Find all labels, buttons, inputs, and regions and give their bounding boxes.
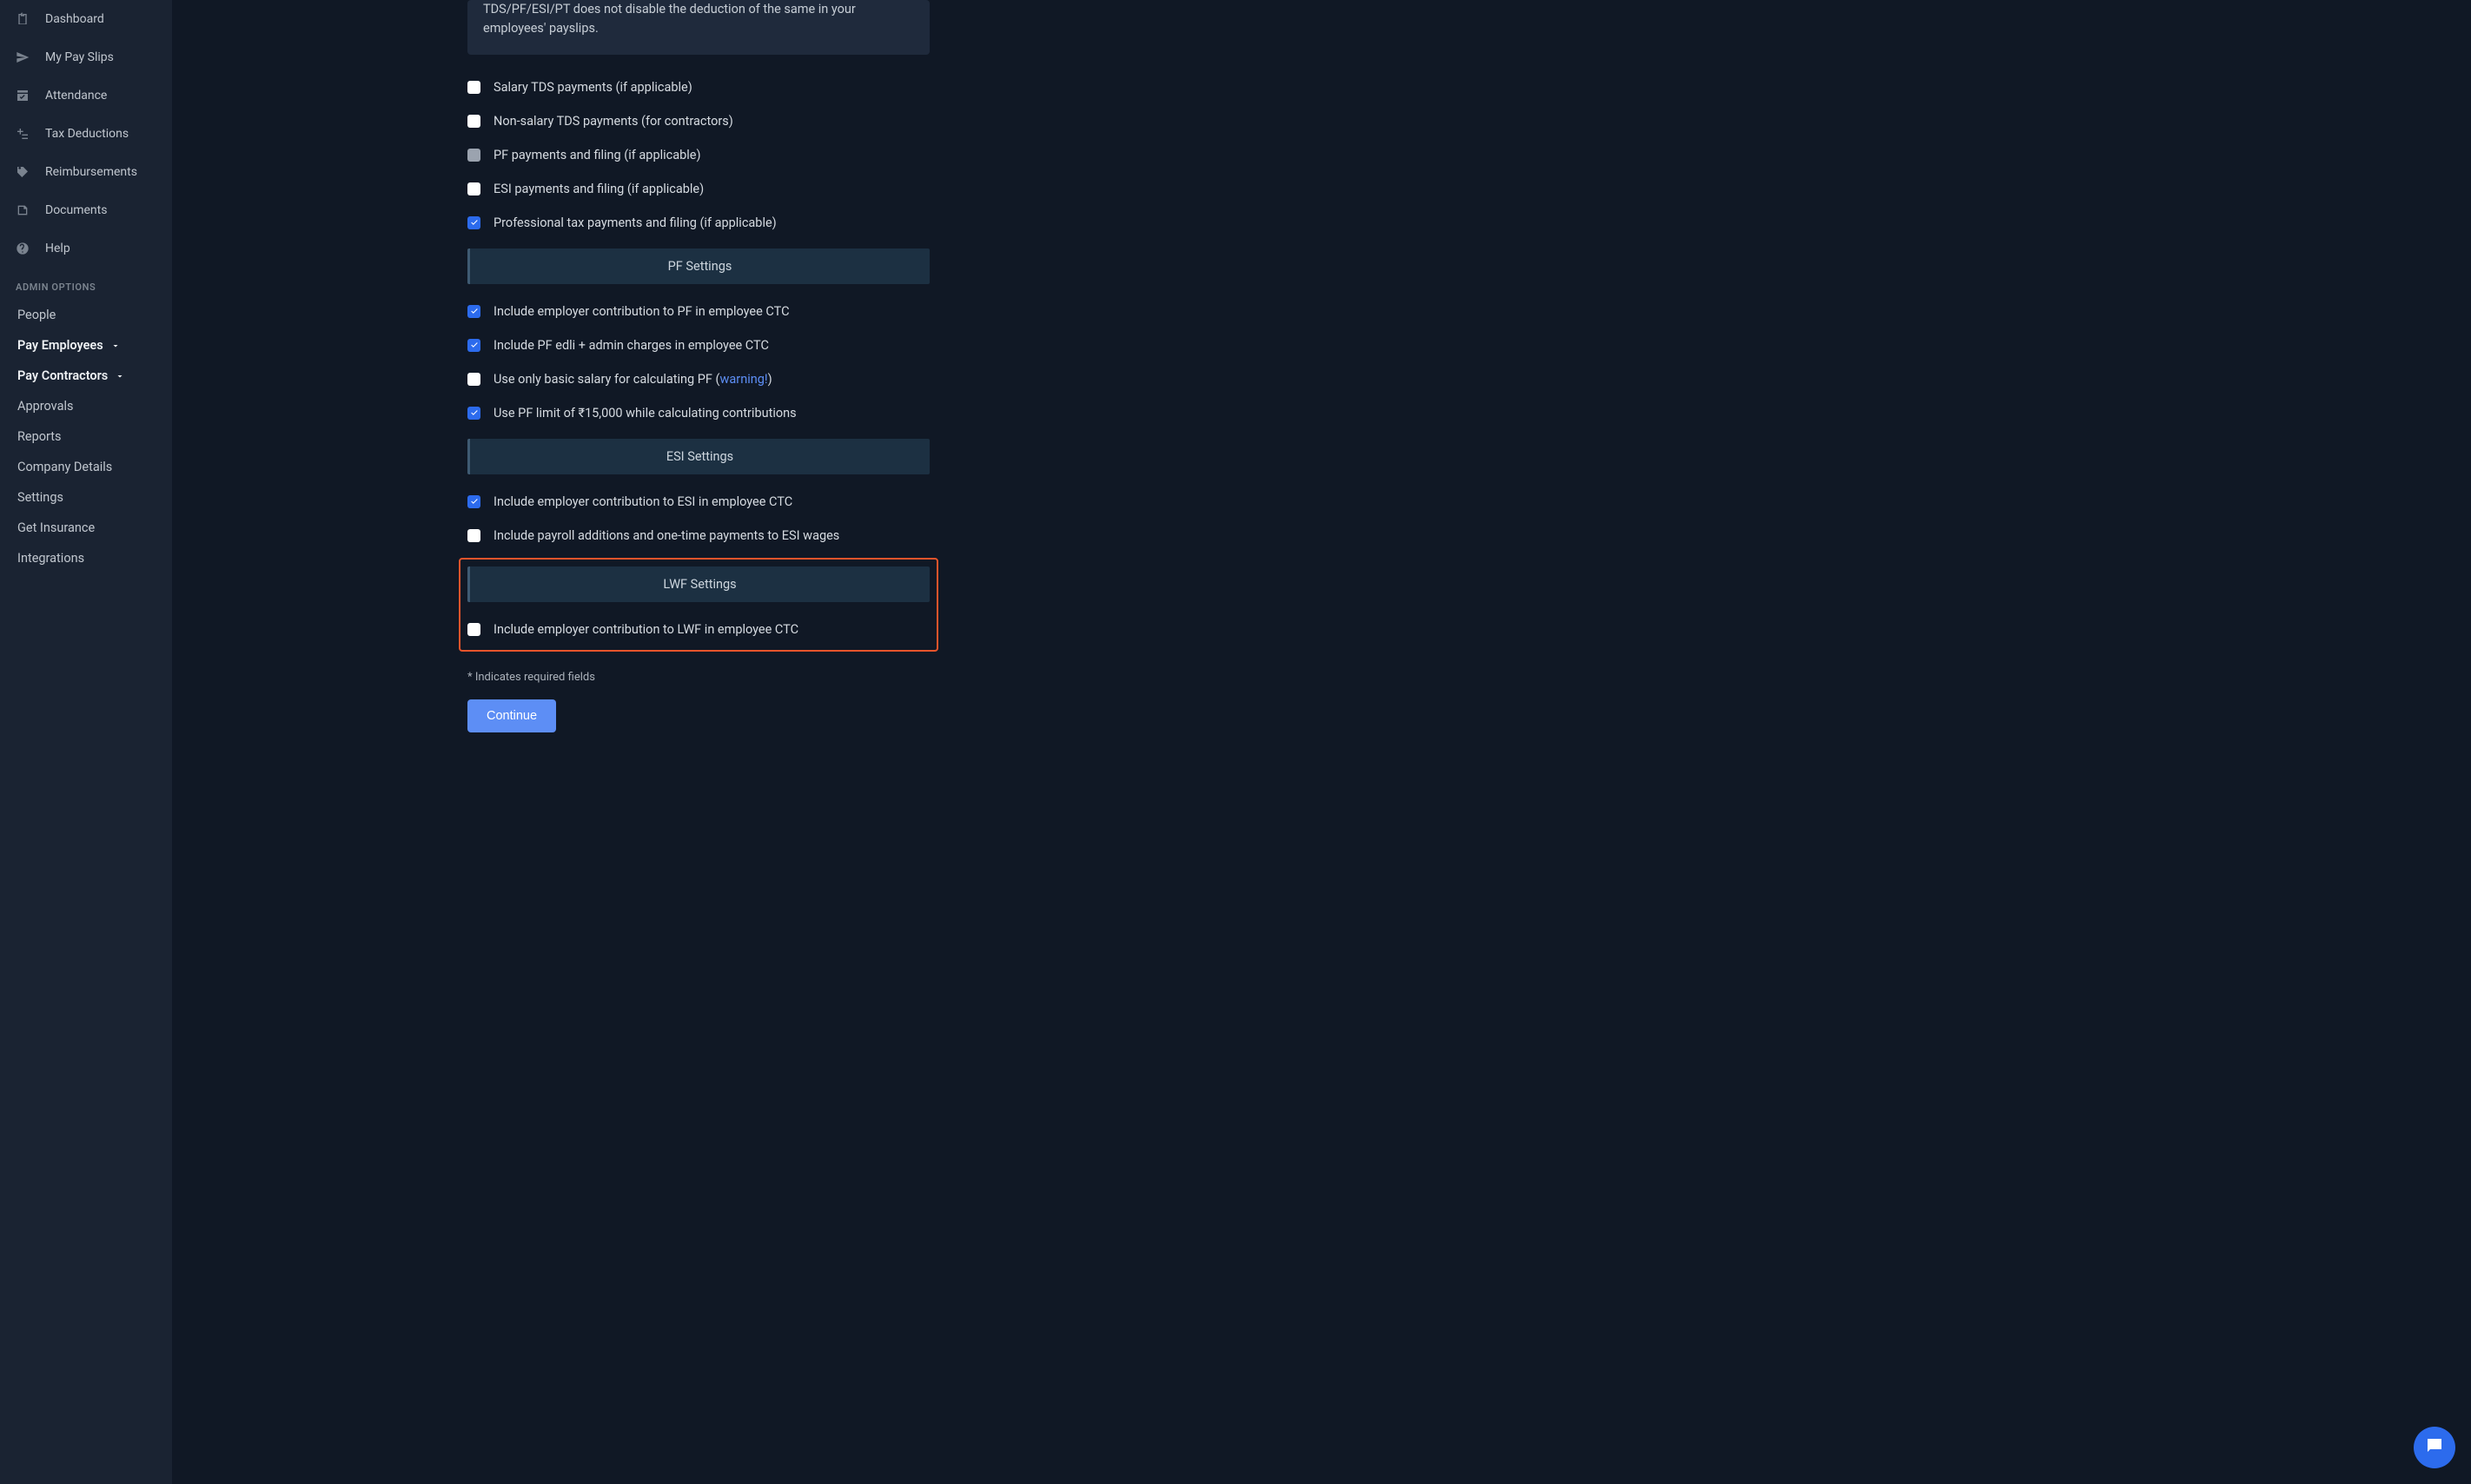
checkbox-label: Non-salary TDS payments (for contractors… [494,114,930,129]
sidebar-admin-label: People [17,308,56,322]
checkbox-pf-payments: PF payments and filing (if applicable) [467,138,930,172]
checkbox-input[interactable] [467,149,480,162]
checkbox-label: Include employer contribution to ESI in … [494,494,930,509]
sidebar-item-help[interactable]: Help [0,229,172,268]
sidebar-admin-settings[interactable]: Settings [0,482,172,513]
checkbox-pf-limit: Use PF limit of ₹15,000 while calculatin… [467,396,930,430]
esi-settings-header: ESI Settings [467,439,930,474]
sidebar-admin-label: Get Insurance [17,520,95,535]
checkbox-pf-edli: Include PF edli + admin charges in emplo… [467,328,930,362]
sidebar-item-label: Help [45,242,70,255]
chat-widget-button[interactable] [2414,1427,2455,1468]
sidebar-item-tax-deductions[interactable]: Tax Deductions [0,115,172,153]
plus-minus-icon [16,127,30,141]
checkbox-lwf-employer-ctc: Include employer contribution to LWF in … [467,613,930,646]
question-icon [16,242,30,255]
sidebar-item-attendance[interactable]: Attendance [0,76,172,115]
sidebar-admin-integrations[interactable]: Integrations [0,543,172,573]
sidebar-item-label: Reimbursements [45,165,137,179]
sidebar-admin-label: Approvals [17,399,74,414]
sidebar-admin-label: Reports [17,429,62,444]
checkbox-pf-employer-ctc: Include employer contribution to PF in e… [467,295,930,328]
checkbox-input[interactable] [467,623,480,636]
checkbox-salary-tds: Salary TDS payments (if applicable) [467,70,930,104]
sidebar-item-label: My Pay Slips [45,50,114,64]
sidebar-admin-pay-employees[interactable]: Pay Employees [0,330,172,361]
checkbox-label: PF payments and filing (if applicable) [494,148,930,162]
tag-icon [16,165,30,179]
notice-box: TDS/PF/ESI/PT does not disable the deduc… [467,0,930,55]
checkbox-label: Use only basic salary for calculating PF… [494,372,930,387]
checkbox-input[interactable] [467,115,480,128]
sidebar-admin-label: Company Details [17,460,112,474]
sidebar-item-reimbursements[interactable]: Reimbursements [0,153,172,191]
checkbox-label: Salary TDS payments (if applicable) [494,80,930,95]
checkbox-label: Include PF edli + admin charges in emplo… [494,338,930,353]
admin-options-header: ADMIN OPTIONS [0,268,172,300]
sidebar-admin-label: Settings [17,490,63,505]
checkbox-esi-additions: Include payroll additions and one-time p… [467,519,930,553]
pf-settings-header: PF Settings [467,248,930,284]
checkbox-label: Include payroll additions and one-time p… [494,528,930,543]
checkbox-label: Include employer contribution to PF in e… [494,304,930,319]
chevron-down-icon [110,341,121,351]
checkbox-input[interactable] [467,182,480,195]
checkbox-pf-basic-only: Use only basic salary for calculating PF… [467,362,930,396]
checkbox-nonsalary-tds: Non-salary TDS payments (for contractors… [467,104,930,138]
sidebar-item-payslips[interactable]: My Pay Slips [0,38,172,76]
sidebar-admin-people[interactable]: People [0,300,172,330]
checkbox-label: Include employer contribution to LWF in … [494,622,930,637]
chat-icon [2424,1435,2445,1460]
notice-text: TDS/PF/ESI/PT does not disable the deduc… [483,2,856,36]
send-icon [16,50,30,64]
sidebar-item-label: Attendance [45,89,107,103]
checkbox-label: ESI payments and filing (if applicable) [494,182,930,196]
sidebar-admin-label: Pay Employees [17,338,103,353]
checkbox-pt-payments: Professional tax payments and filing (if… [467,206,930,240]
sidebar-item-label: Documents [45,203,107,217]
sidebar-admin-label: Integrations [17,551,84,566]
sidebar-admin-get-insurance[interactable]: Get Insurance [0,513,172,543]
sidebar-admin-label: Pay Contractors [17,368,108,383]
chevron-down-icon [115,371,125,381]
checkbox-input[interactable] [467,373,480,386]
checkbox-label: Professional tax payments and filing (if… [494,215,930,230]
lwf-highlight-box: LWF Settings Include employer contributi… [459,558,938,652]
checkbox-input[interactable] [467,407,480,420]
required-fields-note: * Indicates required fields [467,671,930,684]
checkbox-input[interactable] [467,495,480,508]
checkbox-esi-employer-ctc: Include employer contribution to ESI in … [467,485,930,519]
checkbox-esi-payments: ESI payments and filing (if applicable) [467,172,930,206]
checkbox-input[interactable] [467,339,480,352]
checkbox-input[interactable] [467,216,480,229]
warning-link[interactable]: warning! [720,372,768,387]
sidebar-item-label: Dashboard [45,12,104,26]
checkbox-input[interactable] [467,81,480,94]
sidebar-admin-reports[interactable]: Reports [0,421,172,452]
checkbox-input[interactable] [467,305,480,318]
sidebar-admin-approvals[interactable]: Approvals [0,391,172,421]
clipboard-icon [16,12,30,26]
check-box-icon [16,89,30,103]
sidebar: Dashboard My Pay Slips Attendance Tax De… [0,0,172,1484]
checkbox-label: Use PF limit of ₹15,000 while calculatin… [494,406,930,421]
lwf-settings-header: LWF Settings [467,566,930,602]
continue-button[interactable]: Continue [467,699,556,732]
sidebar-item-label: Tax Deductions [45,127,129,141]
main-content: TDS/PF/ESI/PT does not disable the deduc… [172,0,1236,759]
document-icon [16,203,30,217]
sidebar-admin-pay-contractors[interactable]: Pay Contractors [0,361,172,391]
sidebar-item-dashboard[interactable]: Dashboard [0,0,172,38]
sidebar-admin-company-details[interactable]: Company Details [0,452,172,482]
checkbox-input[interactable] [467,529,480,542]
sidebar-item-documents[interactable]: Documents [0,191,172,229]
